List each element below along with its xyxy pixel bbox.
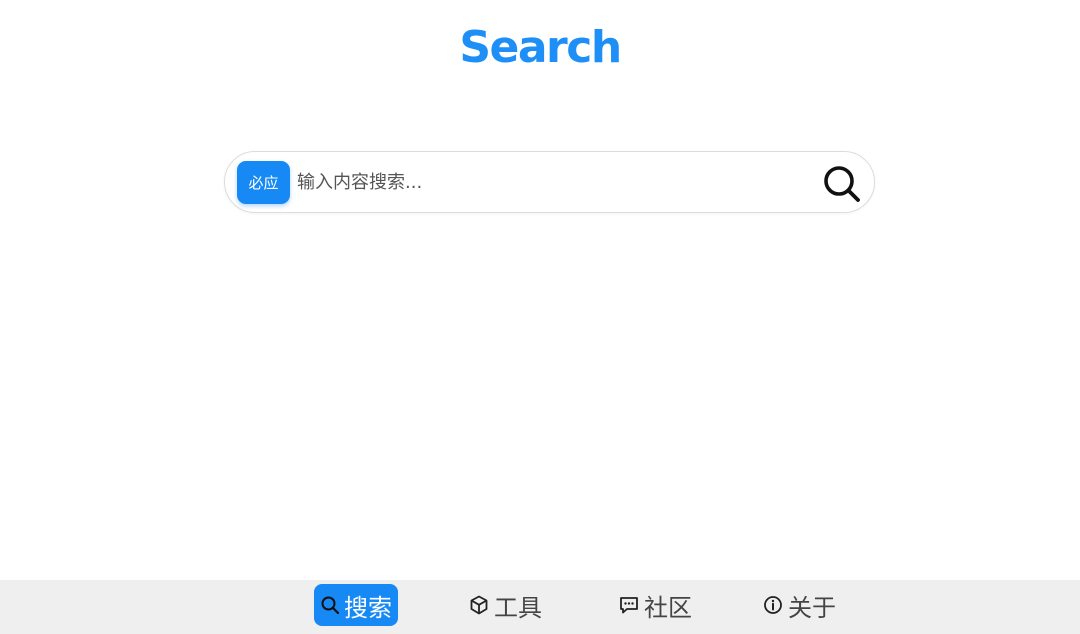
search-page: Search 必应 搜索 [0, 0, 1080, 634]
brand-logo-text: Search [459, 22, 622, 73]
nav-tab-label: 搜索 [344, 593, 392, 622]
search-bar: 必应 [224, 151, 875, 213]
info-icon [762, 594, 784, 616]
search-submit-button[interactable] [821, 163, 863, 205]
nav-tab-tools[interactable]: 工具 [462, 584, 548, 626]
nav-tab-community[interactable]: 社区 [612, 584, 698, 626]
bottom-nav: 搜索 工具 社区 关于 [0, 580, 1080, 634]
nav-tab-label: 社区 [644, 593, 692, 622]
search-icon [320, 595, 340, 615]
nav-tab-search[interactable]: 搜索 [314, 584, 398, 626]
nav-tab-label: 工具 [494, 593, 542, 622]
nav-tab-about[interactable]: 关于 [756, 584, 842, 626]
nav-tab-label: 关于 [788, 593, 836, 622]
search-engine-button[interactable]: 必应 [237, 161, 290, 204]
search-icon [824, 166, 860, 202]
search-input[interactable] [297, 166, 807, 199]
chat-icon [618, 594, 640, 616]
cube-icon [468, 594, 490, 616]
